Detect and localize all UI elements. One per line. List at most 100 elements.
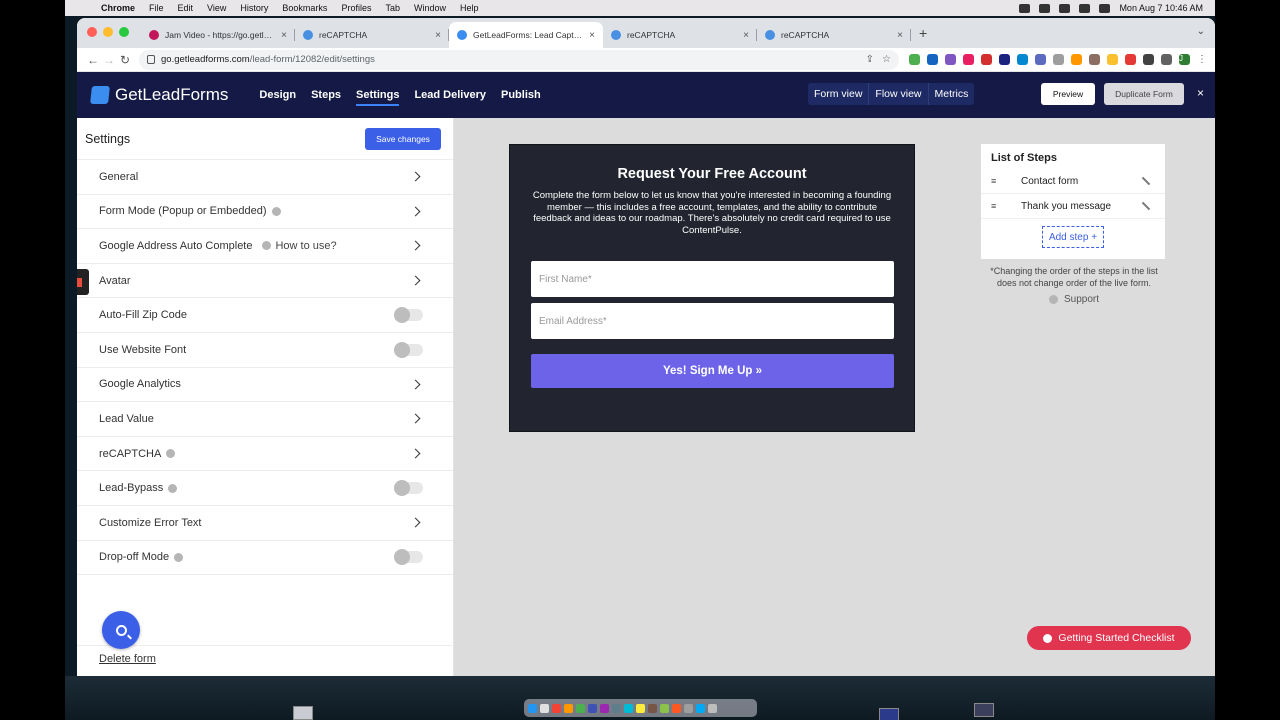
app-icon[interactable] (540, 703, 549, 713)
settings-row[interactable]: Drop-off Mode (77, 541, 453, 576)
menu-help[interactable]: Help (460, 3, 479, 13)
menu-bookmarks[interactable]: Bookmarks (282, 3, 327, 13)
toggle-switch[interactable] (394, 480, 423, 497)
help-icon[interactable] (262, 241, 272, 251)
extension-icon[interactable] (1107, 54, 1118, 65)
app-icon[interactable] (624, 703, 633, 713)
browser-tab[interactable]: reCAPTCHA × (295, 22, 449, 48)
settings-row[interactable]: reCAPTCHA (77, 437, 453, 472)
nav-settings[interactable]: Settings (356, 85, 400, 106)
gear-icon[interactable] (1019, 3, 1031, 13)
lock-icon[interactable] (147, 55, 155, 64)
first-name-field[interactable]: First Name* (531, 261, 894, 297)
sidebar-icon[interactable] (1161, 54, 1172, 65)
extension-icon[interactable] (927, 54, 938, 65)
settings-row[interactable]: Form Mode (Popup or Embedded) (77, 195, 453, 230)
settings-row[interactable]: General (77, 160, 453, 195)
settings-row[interactable]: Lead-Bypass (77, 471, 453, 506)
form-view-button[interactable]: Form view (808, 83, 868, 105)
app-icon[interactable] (672, 703, 681, 713)
getting-started-checklist-button[interactable]: Getting Started Checklist (1027, 626, 1191, 650)
app-icon[interactable] (684, 703, 693, 713)
app-icon[interactable] (696, 703, 705, 713)
settings-row[interactable]: Auto-Fill Zip Code (77, 298, 453, 333)
nav-design[interactable]: Design (259, 85, 296, 105)
preview-button[interactable]: Preview (1041, 83, 1095, 105)
pencil-icon[interactable] (1141, 176, 1151, 186)
pencil-icon[interactable] (1141, 201, 1151, 211)
desktop-file-icon[interactable] (974, 703, 994, 717)
app-icon[interactable] (648, 703, 657, 713)
menu-profiles[interactable]: Profiles (341, 3, 371, 13)
extension-icon[interactable] (1053, 54, 1064, 65)
browser-tab[interactable]: GetLeadForms: Lead Capture F × (449, 22, 603, 48)
recording-indicator[interactable] (77, 269, 89, 295)
back-icon[interactable]: ← (85, 53, 101, 67)
app-icon[interactable] (636, 703, 645, 713)
desktop-file-icon[interactable] (879, 708, 899, 720)
address-bar[interactable]: go.getleadforms.com/lead-form/12082/edit… (139, 49, 899, 70)
menu-tab[interactable]: Tab (385, 3, 400, 13)
metrics-button[interactable]: Metrics (927, 83, 975, 105)
tab-close-icon[interactable]: × (897, 30, 903, 41)
delete-form-link[interactable]: Delete form (99, 653, 156, 665)
more-menu-icon[interactable]: ⋮ (1197, 54, 1207, 65)
flow-view-button[interactable]: Flow view (868, 83, 927, 105)
search-icon[interactable] (1099, 3, 1111, 13)
nav-publish[interactable]: Publish (501, 85, 541, 105)
app-icon[interactable] (600, 703, 609, 713)
search-fab-button[interactable] (102, 611, 140, 649)
app-icon[interactable] (588, 703, 597, 713)
app-icon[interactable] (576, 703, 585, 713)
help-icon[interactable] (168, 483, 178, 493)
trash-icon[interactable] (708, 703, 717, 713)
nav-steps[interactable]: Steps (311, 85, 341, 105)
desktop-file-icon[interactable] (293, 706, 313, 720)
wifi-icon[interactable] (1079, 3, 1091, 13)
extension-icon[interactable] (1089, 54, 1100, 65)
extension-icon[interactable] (945, 54, 956, 65)
step-item[interactable]: ≡ Contact form (981, 169, 1165, 194)
extension-icon[interactable] (1071, 54, 1082, 65)
toggle-switch[interactable] (394, 307, 423, 324)
help-icon[interactable] (166, 449, 176, 459)
extension-icon[interactable] (909, 54, 920, 65)
duplicate-form-button[interactable]: Duplicate Form (1104, 83, 1184, 105)
settings-row[interactable]: Customize Error Text (77, 506, 453, 541)
finder-icon[interactable] (528, 703, 537, 713)
tab-close-icon[interactable]: × (743, 30, 749, 41)
settings-row[interactable]: Use Website Font (77, 333, 453, 368)
reload-icon[interactable]: ↻ (117, 53, 133, 67)
extension-icon[interactable] (1035, 54, 1046, 65)
bookmark-star-icon[interactable]: ☆ (882, 54, 891, 65)
tab-close-icon[interactable]: × (589, 30, 595, 41)
bluetooth-icon[interactable] (1039, 3, 1051, 13)
forward-icon[interactable]: → (101, 53, 117, 67)
settings-row[interactable]: Avatar (77, 264, 453, 299)
add-step-button[interactable]: Add step + (1042, 226, 1104, 248)
menu-history[interactable]: History (240, 3, 268, 13)
menu-window[interactable]: Window (414, 3, 446, 13)
menu-app-name[interactable]: Chrome (101, 3, 135, 13)
extension-icon[interactable] (981, 54, 992, 65)
menu-view[interactable]: View (207, 3, 226, 13)
step-item[interactable]: ≡ Thank you message (981, 194, 1165, 219)
browser-tab[interactable]: reCAPTCHA × (757, 22, 911, 48)
toggle-switch[interactable] (394, 549, 423, 566)
extension-icon[interactable] (1125, 54, 1136, 65)
tab-close-icon[interactable]: × (435, 30, 441, 41)
menubar-datetime[interactable]: Mon Aug 7 10:46 AM (1119, 3, 1203, 13)
help-icon[interactable] (271, 206, 281, 216)
battery-icon[interactable] (1059, 3, 1071, 13)
close-icon[interactable]: × (1197, 86, 1204, 100)
zoom-window-icon[interactable] (119, 27, 129, 37)
settings-row[interactable]: Lead Value (77, 402, 453, 437)
drag-handle-icon[interactable]: ≡ (991, 176, 999, 186)
support-link[interactable]: Support (982, 294, 1166, 305)
puzzle-icon[interactable] (1143, 54, 1154, 65)
settings-row[interactable]: Google Analytics (77, 368, 453, 403)
extension-icon[interactable] (963, 54, 974, 65)
toggle-switch[interactable] (394, 341, 423, 358)
new-tab-icon[interactable]: + (919, 25, 927, 41)
browser-tab[interactable]: Jam Video - https://go.getlead × (141, 22, 295, 48)
